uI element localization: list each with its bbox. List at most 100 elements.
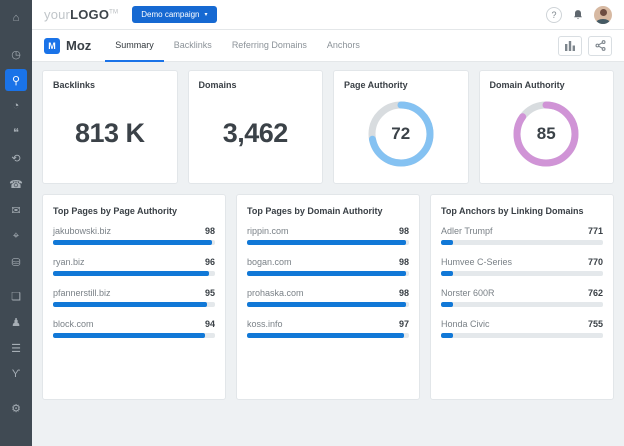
logo-prefix: your bbox=[44, 7, 70, 22]
progress-track bbox=[53, 302, 215, 307]
sidebar-item-list[interactable]: ☰ bbox=[5, 337, 27, 359]
moz-brand: M Moz bbox=[44, 38, 91, 54]
tab-backlinks[interactable]: Backlinks bbox=[164, 30, 222, 62]
sidebar-item-search[interactable]: ⚲ bbox=[5, 69, 27, 91]
merge-icon: ϒ bbox=[12, 368, 21, 380]
domain-authority-gauge: 85 bbox=[510, 98, 582, 170]
sidebar-item-cart[interactable]: ⛁ bbox=[5, 251, 27, 273]
cart-icon: ⛁ bbox=[11, 256, 20, 269]
help-button[interactable]: ? bbox=[546, 7, 562, 23]
notifications-button[interactable] bbox=[572, 9, 584, 21]
phone-icon: ☎ bbox=[9, 178, 23, 191]
progress-track bbox=[441, 271, 603, 276]
logo-text: LOGO bbox=[70, 7, 109, 22]
tab-anchors[interactable]: Anchors bbox=[317, 30, 370, 62]
user-icon: ♟ bbox=[11, 316, 21, 329]
sidebar-item-mail[interactable]: ✉ bbox=[5, 199, 27, 221]
progress-fill bbox=[247, 333, 404, 338]
progress-fill bbox=[441, 240, 453, 245]
main-column: yourLOGOTM Demo campaign ▾ ? M Moz Summa… bbox=[32, 0, 624, 446]
kpi-title: Domains bbox=[199, 80, 313, 90]
item-value: 96 bbox=[205, 257, 215, 267]
kpi-domains: Domains 3,462 bbox=[188, 70, 324, 184]
kpi-value: 813 K bbox=[53, 118, 167, 149]
sidebar-item-file[interactable]: ❏ bbox=[5, 285, 27, 307]
sidebar-item-settings[interactable]: ⚙ bbox=[5, 397, 27, 419]
bell-icon bbox=[572, 9, 584, 21]
kpi-title: Page Authority bbox=[344, 80, 458, 90]
list-item: Adler Trumpf771 bbox=[441, 226, 603, 245]
item-value: 98 bbox=[399, 257, 409, 267]
network-icon: ⟲ bbox=[11, 152, 20, 165]
progress-track bbox=[247, 302, 409, 307]
trademark-mark: TM bbox=[109, 10, 118, 16]
panel-top-pages-domain-authority: Top Pages by Domain Authority rippin.com… bbox=[236, 194, 420, 400]
progress-track bbox=[53, 333, 215, 338]
list-item: prohaska.com98 bbox=[247, 288, 409, 307]
progress-track bbox=[441, 240, 603, 245]
sidebar-item-merge[interactable]: ϒ bbox=[5, 363, 27, 385]
dashboard-content: Backlinks 813 K Domains 3,462 Page Autho… bbox=[32, 62, 624, 446]
progress-fill bbox=[247, 240, 406, 245]
share-button[interactable] bbox=[588, 36, 612, 56]
item-value: 97 bbox=[399, 319, 409, 329]
progress-track bbox=[53, 240, 215, 245]
sidebar-item-home[interactable]: ⌂ bbox=[5, 7, 27, 29]
pie-chart-icon: ◔ bbox=[13, 100, 20, 112]
campaign-label: Demo campaign bbox=[141, 10, 199, 19]
list-item: pfannerstill.biz95 bbox=[53, 288, 215, 307]
progress-fill bbox=[441, 333, 453, 338]
home-icon: ⌂ bbox=[13, 12, 20, 24]
moz-logo-icon: M bbox=[44, 38, 60, 54]
progress-fill bbox=[247, 271, 406, 276]
sidebar-item-location[interactable]: ⌖ bbox=[5, 225, 27, 247]
item-value: 98 bbox=[205, 226, 215, 236]
item-label: prohaska.com bbox=[247, 288, 304, 298]
item-label: bogan.com bbox=[247, 257, 292, 267]
app-header: yourLOGOTM Demo campaign ▾ ? bbox=[32, 0, 624, 30]
list-item: block.com 94 bbox=[53, 319, 215, 338]
list-item: Norster 600R762 bbox=[441, 288, 603, 307]
campaign-selector-button[interactable]: Demo campaign ▾ bbox=[132, 6, 216, 23]
progress-track bbox=[247, 333, 409, 338]
report-toolbar: M Moz Summary Backlinks Referring Domain… bbox=[32, 30, 624, 62]
list-item: Honda Civic755 bbox=[441, 319, 603, 338]
panel-top-anchors: Top Anchors by Linking Domains Adler Tru… bbox=[430, 194, 614, 400]
list-item: rippin.com98 bbox=[247, 226, 409, 245]
chart-view-button[interactable] bbox=[558, 36, 582, 56]
item-label: jakubowski.biz bbox=[53, 226, 111, 236]
item-value: 98 bbox=[399, 226, 409, 236]
user-avatar[interactable] bbox=[594, 6, 612, 24]
file-icon: ❏ bbox=[11, 290, 21, 303]
tab-summary[interactable]: Summary bbox=[105, 30, 164, 62]
sidebar-item-phone[interactable]: ☎ bbox=[5, 173, 27, 195]
progress-fill bbox=[441, 271, 453, 276]
sidebar-item-pie-chart[interactable]: ◔ bbox=[5, 95, 27, 117]
tab-referring-domains[interactable]: Referring Domains bbox=[222, 30, 317, 62]
list-item: Humvee C-Series770 bbox=[441, 257, 603, 276]
progress-fill bbox=[53, 333, 205, 338]
progress-track bbox=[53, 271, 215, 276]
item-value: 95 bbox=[205, 288, 215, 298]
list-item: ryan.biz96 bbox=[53, 257, 215, 276]
progress-fill bbox=[53, 302, 207, 307]
list-icon: ☰ bbox=[11, 342, 21, 355]
item-value: 770 bbox=[588, 257, 603, 267]
sidebar-item-dashboard[interactable]: ◷ bbox=[5, 43, 27, 65]
search-icon: ⚲ bbox=[12, 74, 20, 87]
item-value: 94 bbox=[205, 319, 215, 329]
item-value: 771 bbox=[588, 226, 603, 236]
sidebar-item-user[interactable]: ♟ bbox=[5, 311, 27, 333]
sidebar-item-network[interactable]: ⟲ bbox=[5, 147, 27, 169]
item-label: block.com bbox=[53, 319, 94, 329]
sidebar-item-chat[interactable]: ❝ bbox=[5, 121, 27, 143]
progress-fill bbox=[247, 302, 406, 307]
item-value: 762 bbox=[588, 288, 603, 298]
gauge-value: 85 bbox=[510, 98, 582, 170]
panel-title: Top Anchors by Linking Domains bbox=[431, 195, 613, 226]
panel-title: Top Pages by Page Authority bbox=[43, 195, 225, 226]
progress-track bbox=[247, 271, 409, 276]
kpi-value: 3,462 bbox=[199, 118, 313, 149]
gauge-value: 72 bbox=[365, 98, 437, 170]
list-item: jakubowski.biz 98 bbox=[53, 226, 215, 245]
